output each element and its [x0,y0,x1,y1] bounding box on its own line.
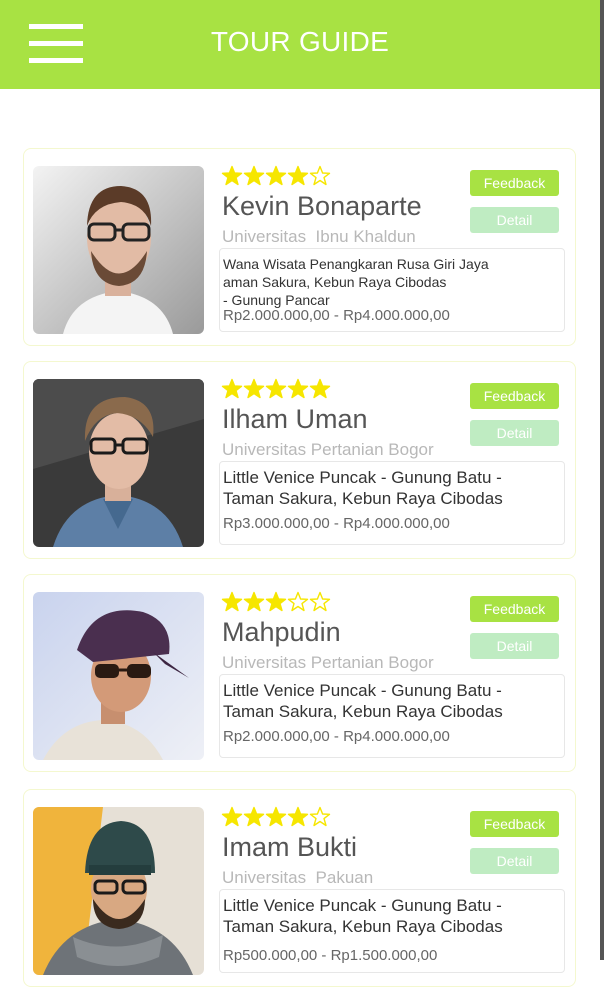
star-filled-icon [287,378,309,400]
tour-price: Rp3.000.000,00 - Rp4.000.000,00 [223,515,450,532]
tour-route: Wana Wisata Penangkaran Rusa Giri Jaya a… [223,256,489,308]
star-empty-icon [287,591,309,613]
guide-name: Imam Bukti [222,832,358,862]
tour-price: Rp500.000,00 - Rp1.500.000,00 [223,947,438,964]
guide-university: Universitas Ibnu Khaldun [222,227,416,246]
star-filled-icon [243,165,265,187]
guide-university: Universitas Pakuan [222,868,374,887]
detail-button[interactable]: Detail [470,207,559,233]
star-filled-icon [221,591,243,613]
detail-button[interactable]: Detail [470,848,559,874]
guide-name: Kevin Bonaparte [222,191,422,221]
guide-card: Mahpudin Universitas Pertanian Bogor Fee… [23,574,576,772]
star-filled-icon [309,378,331,400]
scrollbar-edge [600,0,604,960]
star-filled-icon [287,165,309,187]
guide-university: Universitas Pertanian Bogor [222,653,434,672]
guide-photo [33,166,204,334]
star-filled-icon [265,165,287,187]
star-filled-icon [243,591,265,613]
guide-university: Universitas Pertanian Bogor [222,440,434,459]
star-filled-icon [243,806,265,828]
feedback-button[interactable]: Feedback [470,383,559,409]
guide-photo [33,592,204,760]
tour-price: Rp2.000.000,00 - Rp4.000.000,00 [223,307,450,324]
guide-name: Ilham Uman [222,404,368,434]
tour-info-box: Wana Wisata Penangkaran Rusa Giri Jaya a… [219,248,565,332]
tour-price: Rp2.000.000,00 - Rp4.000.000,00 [223,728,450,745]
star-empty-icon [309,165,331,187]
rating-stars [221,806,331,828]
star-empty-icon [309,591,331,613]
app-bar: TOUR GUIDE [0,0,600,89]
detail-button[interactable]: Detail [470,633,559,659]
guide-name: Mahpudin [222,617,341,647]
star-filled-icon [221,378,243,400]
guide-photo [33,379,204,547]
feedback-button[interactable]: Feedback [470,811,559,837]
tour-info-box: Little Venice Puncak - Gunung Batu - Tam… [219,674,565,758]
star-filled-icon [265,806,287,828]
tour-route: Little Venice Puncak - Gunung Batu - Tam… [223,468,503,508]
page-title: TOUR GUIDE [210,26,390,57]
tour-info-box: Little Venice Puncak - Gunung Batu - Tam… [219,889,565,973]
detail-button[interactable]: Detail [470,420,559,446]
star-filled-icon [265,378,287,400]
star-filled-icon [265,591,287,613]
rating-stars [221,591,331,613]
star-filled-icon [221,165,243,187]
rating-stars [221,378,331,400]
guide-photo [33,807,204,975]
star-filled-icon [221,806,243,828]
star-filled-icon [287,806,309,828]
tour-info-box: Little Venice Puncak - Gunung Batu - Tam… [219,461,565,545]
tour-route: Little Venice Puncak - Gunung Batu - Tam… [223,681,503,721]
feedback-button[interactable]: Feedback [470,596,559,622]
guide-card: Imam Bukti Universitas Pakuan Feedback D… [23,789,576,987]
feedback-button[interactable]: Feedback [470,170,559,196]
guide-card: Ilham Uman Universitas Pertanian Bogor F… [23,361,576,559]
star-empty-icon [309,806,331,828]
tour-route: Little Venice Puncak - Gunung Batu - Tam… [223,896,503,936]
guide-card: Kevin Bonaparte Universitas Ibnu Khaldun… [23,148,576,346]
rating-stars [221,165,331,187]
star-filled-icon [243,378,265,400]
